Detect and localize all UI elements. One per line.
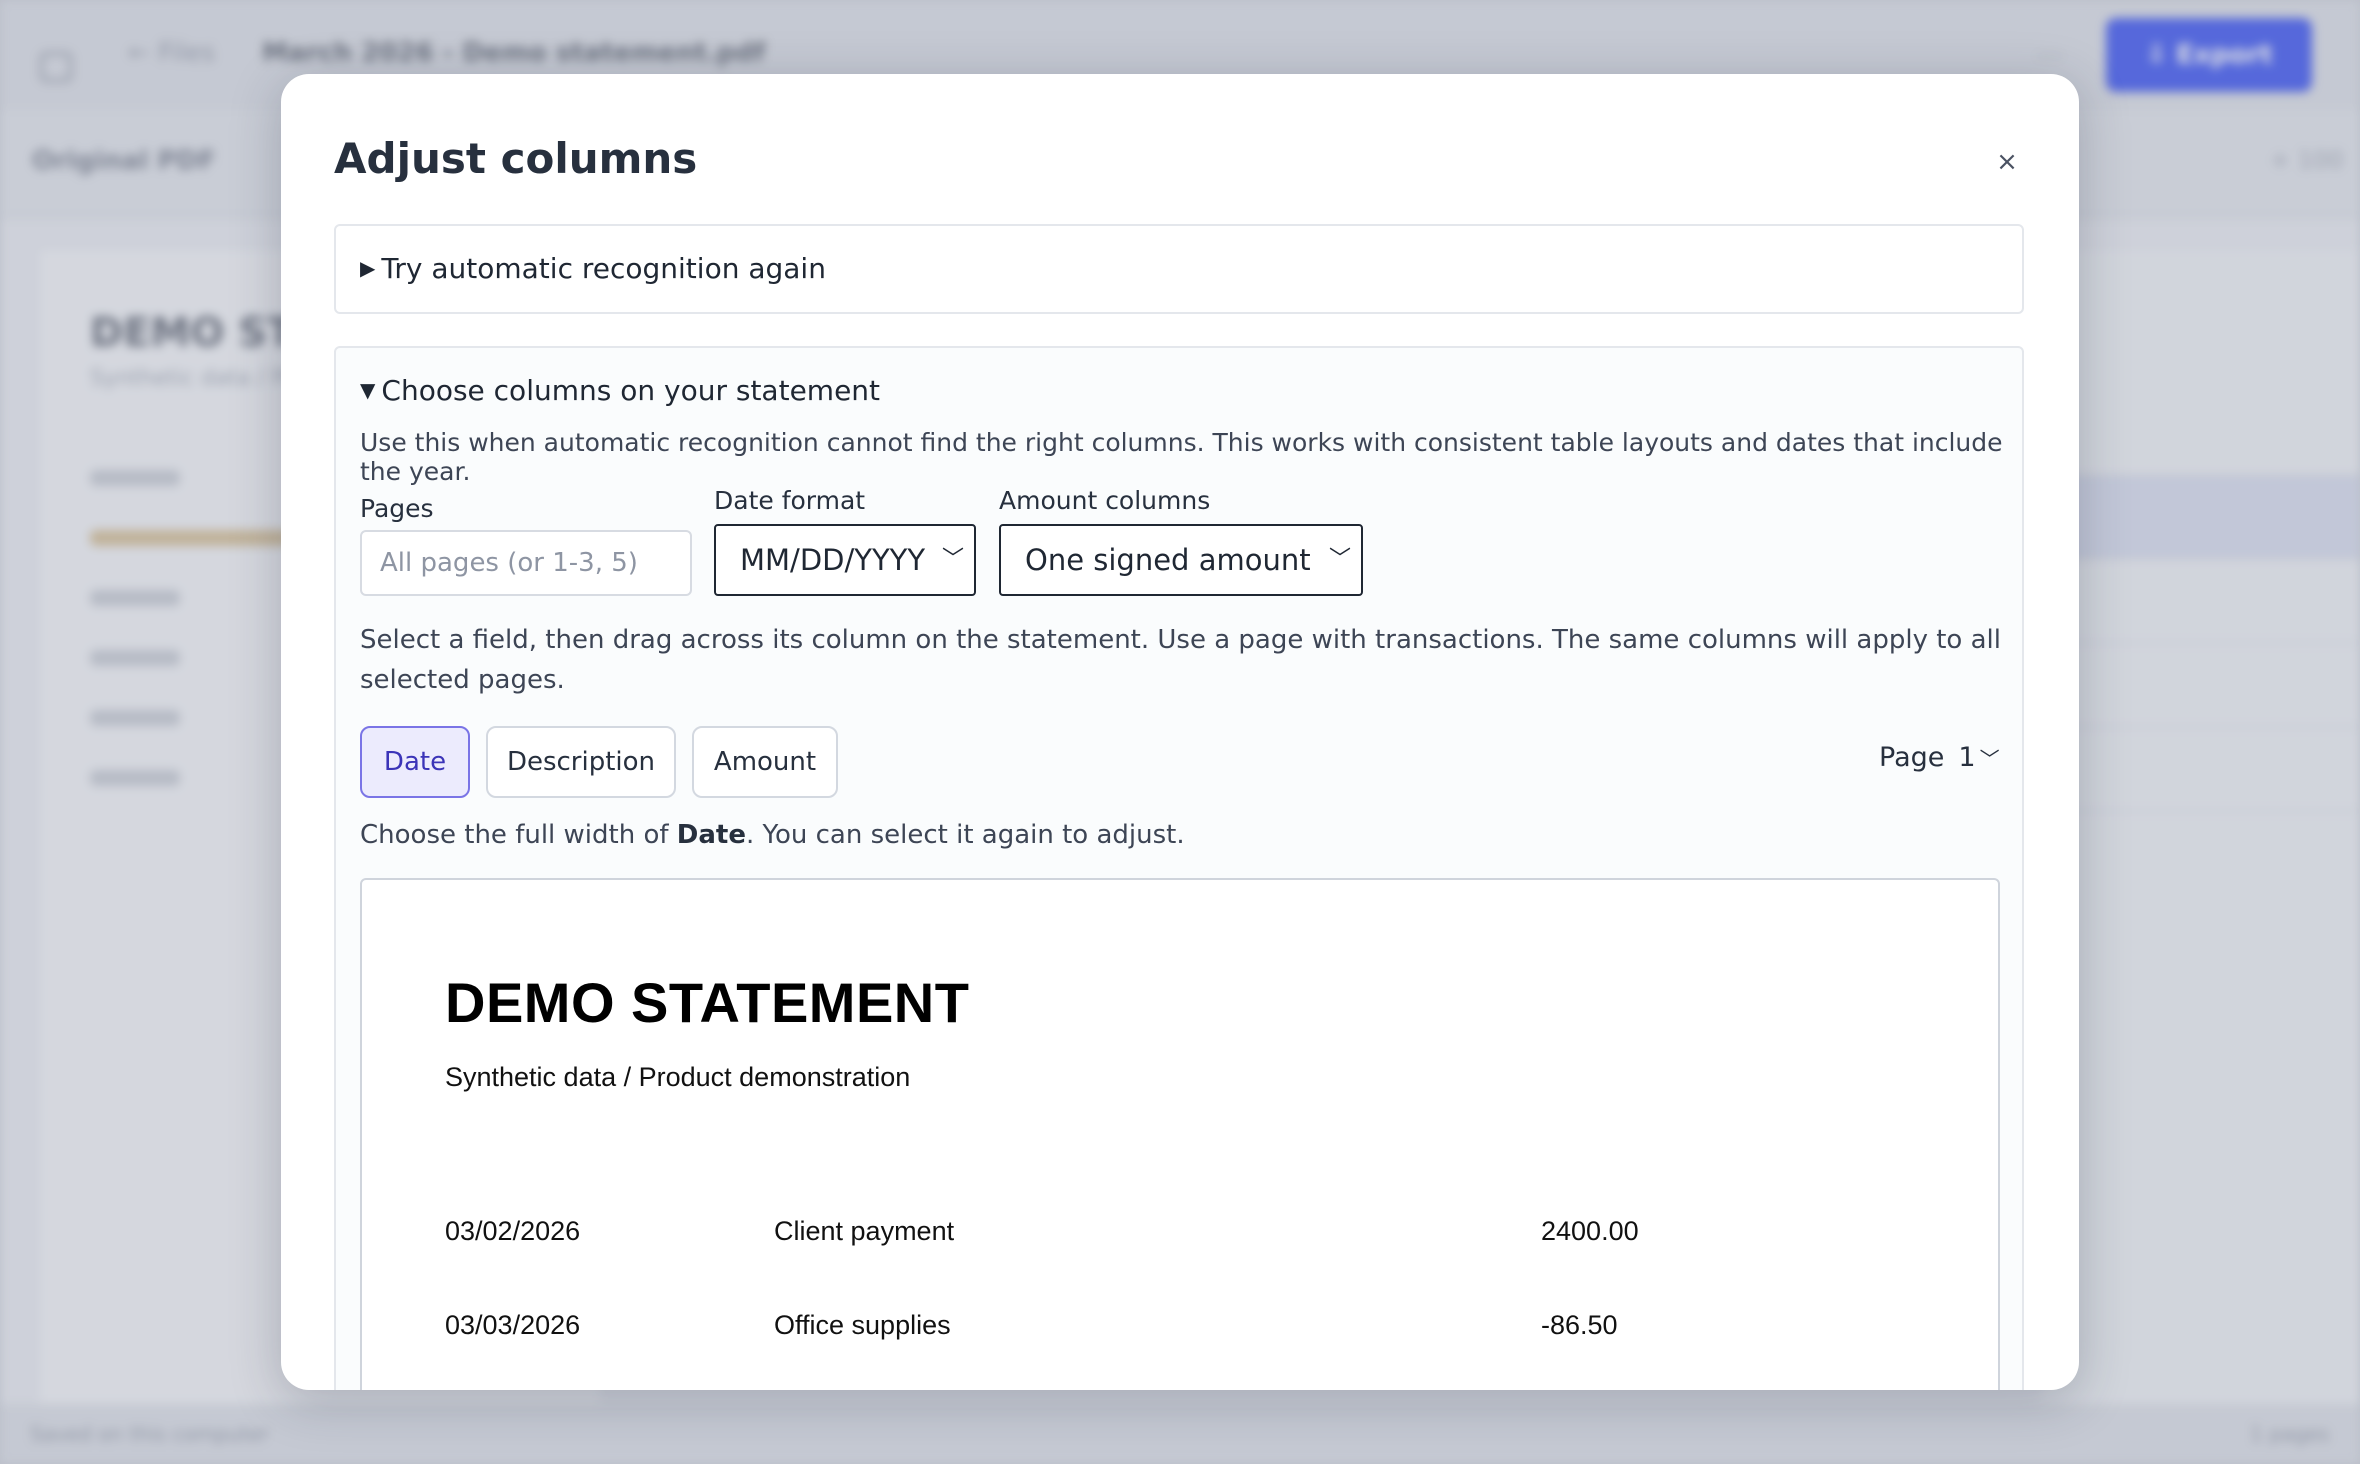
pages-input[interactable] bbox=[360, 530, 692, 596]
selection-hint: Choose the full width of Date. You can s… bbox=[360, 820, 1185, 850]
page-selector-value: 1 bbox=[1958, 742, 1976, 773]
manual-columns-label: Choose columns on your statement bbox=[381, 374, 881, 407]
close-button[interactable]: × bbox=[1987, 142, 2027, 182]
statement-row-description: Office supplies bbox=[774, 1310, 951, 1340]
chevron-down-icon: ﹀ bbox=[1328, 547, 1351, 572]
adjust-columns-dialog: Adjust columns × ▶ Try automatic recognit… bbox=[281, 74, 2079, 1390]
hint-field-name: Date bbox=[676, 820, 746, 850]
chevron-down-icon: ﹀ bbox=[941, 547, 964, 572]
manual-help-text: Use this when automatic recognition cann… bbox=[360, 428, 2003, 486]
auto-recognition-toggle[interactable]: ▶ Try automatic recognition again bbox=[360, 252, 826, 285]
amount-columns-label: Amount columns bbox=[999, 486, 1211, 515]
amount-columns-value: One signed amount bbox=[1025, 543, 1311, 577]
manual-columns-section: ▼ Choose columns on your statement Use th… bbox=[334, 346, 2024, 1390]
date-format-label: Date format bbox=[714, 486, 866, 515]
date-format-value: MM/DD/YYYY bbox=[740, 543, 926, 577]
caret-down-icon: ▼ bbox=[360, 378, 376, 402]
date-format-select[interactable]: MM/DD/YYYY ﹀ bbox=[714, 524, 976, 596]
dialog-title: Adjust columns bbox=[334, 134, 698, 183]
field-button-date[interactable]: Date bbox=[360, 726, 470, 798]
statement-row-amount: -86.50 bbox=[1541, 1310, 1618, 1340]
chevron-down-icon: ﹀ bbox=[1979, 747, 2000, 771]
auto-recognition-section: ▶ Try automatic recognition again bbox=[334, 224, 2024, 314]
close-icon: × bbox=[1996, 147, 2018, 177]
caret-right-icon: ▶ bbox=[360, 256, 376, 280]
amount-columns-select[interactable]: One signed amount ﹀ bbox=[999, 524, 1363, 596]
page-selector-label: Page bbox=[1879, 742, 1945, 773]
statement-title: DEMO STATEMENT bbox=[445, 971, 970, 1034]
drag-instruction: Select a field, then drag across its col… bbox=[360, 625, 2001, 695]
field-button-description[interactable]: Description bbox=[486, 726, 676, 798]
pages-label: Pages bbox=[360, 494, 434, 523]
page-selector[interactable]: Page 1 ﹀ bbox=[1879, 742, 2000, 773]
manual-columns-toggle[interactable]: ▼ Choose columns on your statement bbox=[360, 374, 880, 407]
statement-row-date: 03/02/2026 bbox=[445, 1216, 581, 1246]
auto-recognition-label: Try automatic recognition again bbox=[381, 252, 826, 285]
statement-row-date: 03/03/2026 bbox=[445, 1310, 581, 1340]
statement-subtitle: Synthetic data / Product demonstration bbox=[445, 1062, 911, 1092]
statement-preview[interactable]: DEMO STATEMENT Synthetic data / Product … bbox=[360, 878, 2000, 1390]
statement-row-amount: 2400.00 bbox=[1541, 1216, 1639, 1246]
statement-row-description: Client payment bbox=[774, 1216, 955, 1246]
field-button-amount[interactable]: Amount bbox=[692, 726, 838, 798]
